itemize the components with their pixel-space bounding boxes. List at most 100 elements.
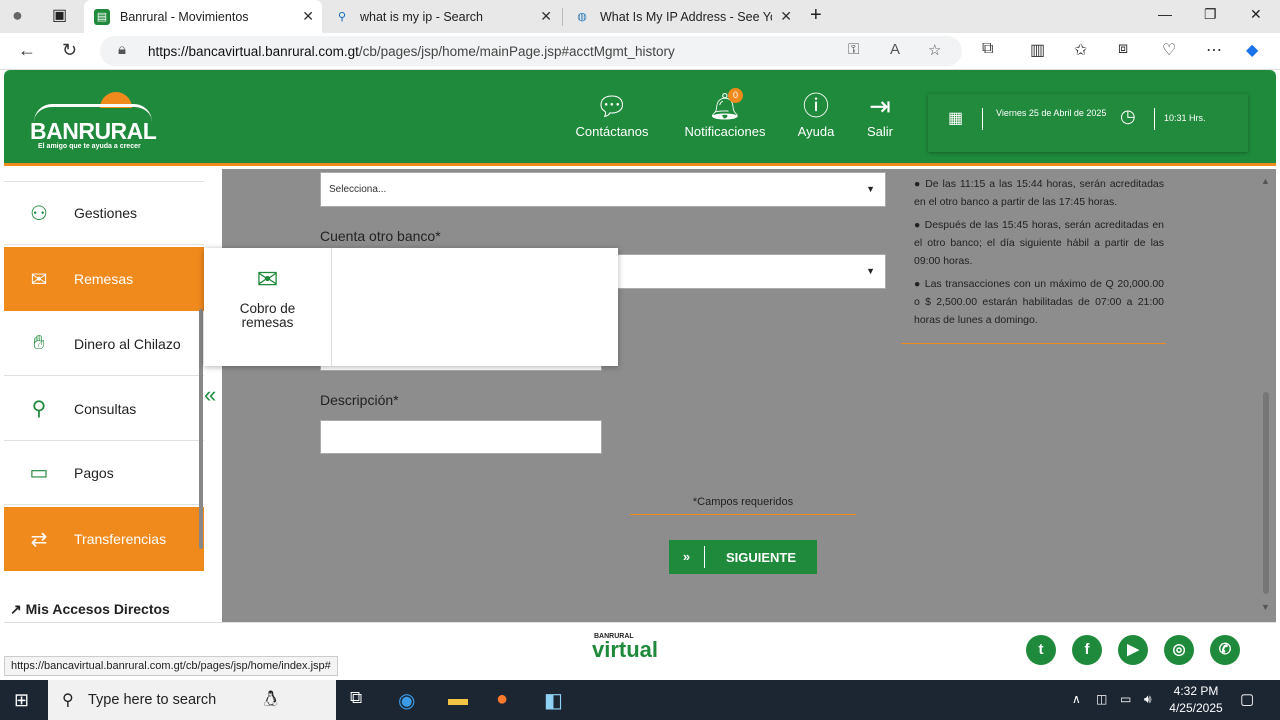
scroll-down-icon[interactable]: ▼ <box>1261 602 1270 612</box>
notepad-icon[interactable]: ◧ <box>544 688 563 713</box>
scroll-up-icon[interactable]: ▲ <box>1261 176 1270 186</box>
url-path: /cb/pages/jsp/home/mainPage.jsp#acctMgmt… <box>358 43 675 59</box>
footer-logo-small: BANRURAL <box>594 633 634 640</box>
taskbar-search[interactable]: ⚲ Type here to search 🐧︎ <box>48 680 336 720</box>
calendar-icon: ▦ <box>948 110 964 127</box>
browser-tab-bar: ● ▣ ▤ Banrural - Movimientos ✕ ⚲ what is… <box>0 0 1280 33</box>
tab-title: What Is My IP Address - See Your <box>600 9 772 24</box>
date-time-box: ▦ Viernes 25 de Abril de 2025 ◷ 10:31 Hr… <box>928 94 1248 152</box>
tab-actions-icon[interactable]: ▣ <box>52 5 67 25</box>
notification-badge: 0 <box>728 88 743 103</box>
sidebar-item-label: Transferencias <box>74 531 167 547</box>
status-bar-url: https://bancavirtual.banrural.com.gt/cb/… <box>4 656 338 676</box>
minimize-icon[interactable]: — <box>1158 6 1172 22</box>
close-window-icon[interactable]: ✕ <box>1250 6 1262 23</box>
file-explorer-icon[interactable]: ▬ <box>448 688 468 711</box>
tab-title: Banrural - Movimientos <box>120 9 249 24</box>
select-value: Selecciona... <box>329 184 387 195</box>
close-tab-icon[interactable]: ✕ <box>302 8 314 25</box>
divider <box>1154 108 1155 130</box>
browser-essentials-icon[interactable]: ♡ <box>1162 40 1176 60</box>
search-placeholder: Type here to search <box>88 692 217 708</box>
sidebar-scrollbar[interactable] <box>199 309 203 549</box>
submenu-item-cobro-de-remesas[interactable]: ✉ Cobro de remesas <box>204 248 332 366</box>
close-tab-icon[interactable]: ✕ <box>780 8 792 25</box>
search-favicon-icon: ⚲ <box>337 11 347 23</box>
content-scrollbar[interactable] <box>1263 392 1269 594</box>
sidebar: ⚇ Gestiones ✉ Remesas ✋︎ Dinero al Chila… <box>4 169 204 622</box>
banrural-logo[interactable]: BANRURAL El amigo que te ayuda a crecer <box>30 92 160 152</box>
accesos-label: Mis Accesos Directos <box>25 601 170 617</box>
sidebar-item-gestiones[interactable]: ⚇ Gestiones <box>4 181 204 245</box>
remittance-collect-icon: ✉ <box>256 264 279 294</box>
whatsapp-icon[interactable]: ✆ <box>1210 635 1240 665</box>
nav-label: Ayuda <box>797 124 835 139</box>
twitter-icon[interactable]: t <box>1026 635 1056 665</box>
task-view-icon[interactable]: ⧉ <box>350 688 362 708</box>
back-arrow-icon[interactable]: ← <box>18 40 36 61</box>
lock-icon[interactable]: 🔒︎ <box>118 41 126 58</box>
info-item: ● Después de las 15:45 horas, serán acre… <box>914 219 1165 267</box>
bank-select[interactable]: Selecciona... ▼ <box>320 172 886 207</box>
submenu-item-label: Cobro de remesas <box>239 301 296 330</box>
sidebar-item-label: Dinero al Chilazo <box>74 335 181 352</box>
new-tab-icon[interactable]: + <box>810 4 822 27</box>
taskbar-clock[interactable]: 4:32 PM 4/25/2025 <box>1166 683 1226 717</box>
copilot-icon[interactable]: ◆ <box>1246 40 1258 60</box>
chevron-down-icon: ▼ <box>866 266 875 276</box>
collections-icon[interactable]: ⧈ <box>1118 40 1128 58</box>
tray-app-icon[interactable]: ◫ <box>1096 692 1107 706</box>
instagram-icon[interactable]: ◎ <box>1164 635 1194 665</box>
info-item: ● De las 11:15 a las 15:44 horas, serán … <box>914 178 1164 208</box>
firefox-icon[interactable]: ● <box>496 688 508 711</box>
volume-icon[interactable]: 🔊︎ <box>1144 692 1152 707</box>
collapse-sidebar-icon[interactable]: « <box>204 382 216 408</box>
url-field[interactable]: 🔒︎ https://bancavirtual.banrural.com.gt /… <box>100 36 962 66</box>
profile-icon[interactable]: ● <box>12 5 23 26</box>
clock-time: 4:32 PM <box>1173 684 1219 698</box>
siguiente-button[interactable]: » SIGUIENTE <box>669 540 817 574</box>
nav-notificaciones[interactable]: 🔔︎ 0 Notificaciones <box>680 88 770 139</box>
nav-salir[interactable]: ⇥ Salir <box>862 88 898 139</box>
sidebar-item-remesas[interactable]: ✉ Remesas <box>4 247 204 311</box>
tab-divider <box>562 8 563 26</box>
youtube-icon[interactable]: ▶ <box>1118 635 1148 665</box>
money-hand-icon: ✋︎ <box>33 332 45 354</box>
sidebar-item-transferencias[interactable]: ⇄ Transferencias <box>4 507 204 571</box>
notifications-icon[interactable]: ▢ <box>1240 690 1254 708</box>
tab-banrural[interactable]: ▤ Banrural - Movimientos ✕ <box>84 0 322 33</box>
tray-chevron-up-icon[interactable]: ∧ <box>1072 692 1081 706</box>
nav-label: Notificaciones <box>684 124 766 139</box>
refresh-icon[interactable]: ↻ <box>62 40 77 61</box>
close-tab-icon[interactable]: ✕ <box>540 8 552 25</box>
edge-icon[interactable]: ◉ <box>398 688 415 713</box>
sidebar-item-dinero-al-chilazo[interactable]: ✋︎ Dinero al Chilazo <box>4 312 204 376</box>
chevron-down-icon: ▼ <box>866 184 875 194</box>
restore-icon[interactable]: ❐ <box>1204 6 1217 23</box>
tab-whatismyip[interactable]: ◍ What Is My IP Address - See Your ✕ <box>564 0 800 33</box>
key-icon[interactable]: ⚿ <box>848 41 859 58</box>
sidebar-item-pagos[interactable]: ▭ Pagos <box>4 441 204 505</box>
clock-icon: ◷ <box>1120 106 1136 126</box>
nav-ayuda[interactable]: ⓘ Ayuda <box>794 88 838 139</box>
favorite-star-icon[interactable]: ☆ <box>928 41 941 59</box>
description-field[interactable] <box>320 420 602 454</box>
split-screen-icon[interactable]: ▥ <box>1030 40 1045 60</box>
logo-tagline: El amigo que te ayuda a crecer <box>38 143 141 150</box>
windows-start-icon[interactable]: ⊞ <box>14 690 29 711</box>
nav-contactanos[interactable]: 💬︎ Contáctanos <box>572 88 652 139</box>
banrural-virtual-logo[interactable]: BANRURAL virtual <box>592 633 659 663</box>
tab-search[interactable]: ⚲ what is my ip - Search ✕ <box>324 0 560 33</box>
sidebar-item-consultas[interactable]: ⚲ Consultas <box>4 377 204 441</box>
footer-logo-big: virtual <box>592 637 659 662</box>
extensions-icon[interactable]: ⧉ <box>982 40 993 58</box>
nav-label: Contáctanos <box>575 124 649 139</box>
people-desk-icon: ⚇ <box>30 202 48 225</box>
more-options-icon[interactable]: ⋯ <box>1206 40 1222 60</box>
favorites-icon[interactable]: ✩ <box>1074 40 1087 60</box>
read-aloud-icon[interactable]: A <box>890 41 900 58</box>
mis-accesos-directos[interactable]: ↗ Mis Accesos Directos <box>10 601 170 618</box>
search-icon: ⚲ <box>62 692 74 709</box>
facebook-icon[interactable]: f <box>1072 635 1102 665</box>
network-icon[interactable]: ▭ <box>1120 692 1131 706</box>
